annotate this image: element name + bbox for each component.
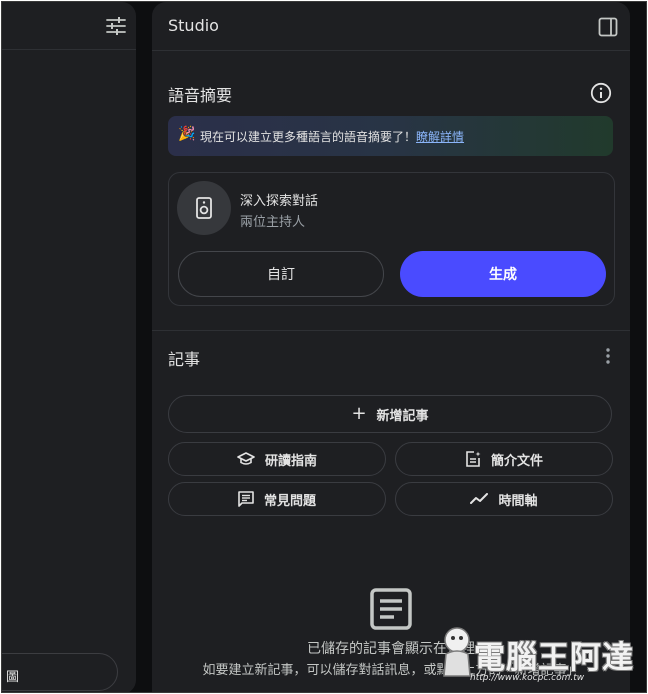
empty-notes-title: 已儲存的記事會顯示在這裡: [307, 641, 475, 657]
customize-button[interactable]: 自訂: [178, 251, 384, 297]
school-icon: [237, 452, 255, 465]
chat-input-glyph: 圖: [6, 670, 20, 685]
left-panel-header: [2, 2, 136, 50]
audio-card-title: 深入探索對話: [240, 194, 319, 209]
faq-icon: [238, 491, 254, 507]
party-popper-icon: 🎉: [178, 126, 196, 142]
speaker-icon: [196, 197, 212, 219]
add-note-label: 新增記事: [376, 408, 429, 424]
add-note-button[interactable]: + 新增記事: [168, 395, 612, 433]
timeline-label: 時間軸: [498, 493, 538, 509]
audio-overview-card: 深入探索對話 兩位主持人 自訂 生成: [168, 172, 615, 306]
more-options-icon[interactable]: [603, 346, 613, 366]
learn-more-link[interactable]: 瞭解詳情: [416, 130, 464, 144]
empty-notes-hint: 如要建立新記事，可以儲存對話訊息，或點選上方的「新增記事」: [202, 663, 580, 678]
studio-title: Studio: [168, 16, 219, 35]
app-window: 圖 Studio 語音摘要 🎉 現在可以建立更多種語言的語音摘要了！瞭解詳情 深…: [1, 1, 647, 693]
study-guide-label: 研讀指南: [264, 453, 317, 469]
briefing-doc-button[interactable]: 簡介文件: [395, 442, 613, 476]
audio-overview-heading: 語音摘要: [168, 86, 233, 105]
banner-message: 現在可以建立更多種語言的語音摘要了！瞭解詳情: [200, 128, 464, 145]
studio-header: Studio: [152, 2, 630, 51]
info-icon[interactable]: [590, 82, 612, 104]
language-banner: 🎉 現在可以建立更多種語言的語音摘要了！瞭解詳情: [168, 116, 613, 156]
study-guide-button[interactable]: 研讀指南: [168, 442, 386, 476]
briefing-doc-label: 簡介文件: [490, 453, 543, 469]
filter-settings-button[interactable]: [104, 14, 128, 38]
briefing-doc-icon: [466, 451, 481, 467]
banner-text: 現在可以建立更多種語言的語音摘要了！: [200, 130, 417, 144]
tune-icon: [106, 17, 126, 35]
faq-label: 常見問題: [263, 493, 316, 509]
speaker-avatar: [177, 181, 231, 235]
audio-card-subtitle: 兩位主持人: [240, 215, 306, 230]
left-panel: 圖: [2, 2, 136, 692]
timeline-icon: [470, 493, 489, 504]
faq-button[interactable]: 常見問題: [168, 482, 386, 516]
studio-panel: Studio 語音摘要 🎉 現在可以建立更多種語言的語音摘要了！瞭解詳情 深入探…: [152, 2, 630, 692]
notes-heading: 記事: [168, 350, 201, 369]
note-document-icon: [370, 588, 412, 630]
generate-button[interactable]: 生成: [400, 251, 606, 297]
right-edge: [630, 2, 646, 692]
chat-input-field[interactable]: [2, 653, 118, 691]
section-divider: [152, 330, 630, 331]
plus-icon: +: [351, 403, 367, 424]
timeline-button[interactable]: 時間軸: [395, 482, 613, 516]
collapse-panel-icon[interactable]: [598, 17, 618, 37]
